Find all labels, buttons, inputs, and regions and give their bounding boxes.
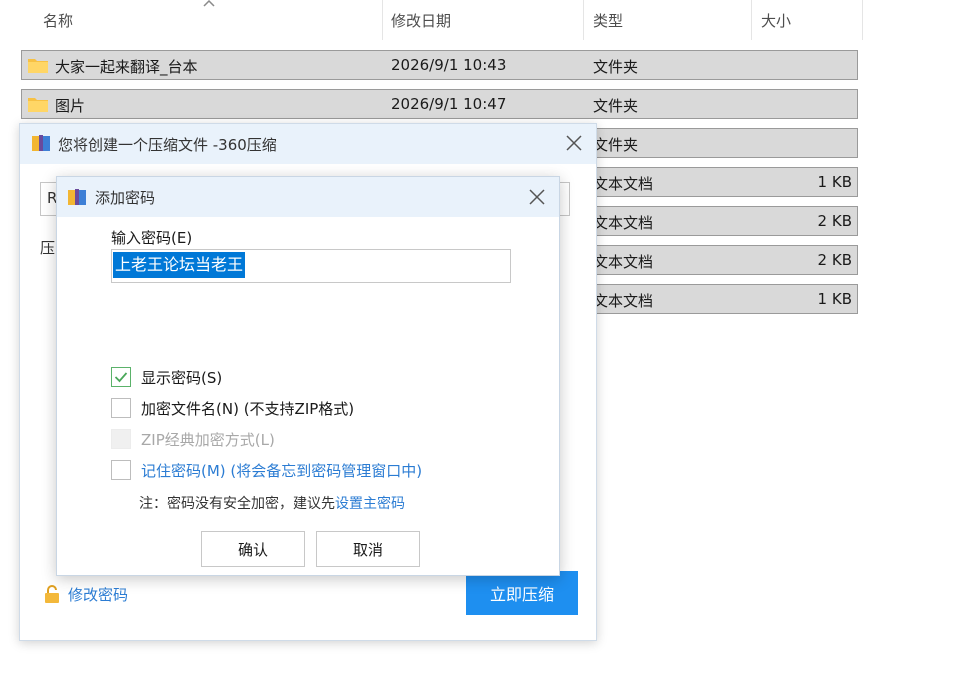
compress-now-button[interactable]: 立即压缩	[466, 571, 578, 615]
change-password-label: 修改密码	[68, 586, 129, 604]
file-size: 1 KB	[817, 290, 852, 308]
file-type: 文本文档	[593, 214, 654, 232]
column-type-label: 类型	[593, 12, 624, 30]
compress-window-title: 您将创建一个压缩文件 -360压缩	[58, 136, 277, 154]
column-date-label: 修改日期	[391, 12, 452, 30]
file-type: 文件夹	[593, 136, 639, 154]
column-size-label: 大小	[761, 12, 792, 30]
remember-password-checkbox[interactable]	[111, 460, 131, 480]
column-header-date[interactable]: 修改日期	[383, 0, 583, 40]
checkmark-icon	[114, 372, 128, 383]
close-icon[interactable]	[564, 133, 584, 153]
add-password-titlebar[interactable]: 添加密码	[57, 177, 559, 217]
lock-icon	[45, 585, 59, 603]
password-value: 上老王论坛当老王	[113, 252, 246, 278]
file-date: 2026/9/1 10:47	[391, 95, 507, 113]
confirm-button[interactable]: 确认	[201, 531, 305, 567]
file-type: 文本文档	[593, 292, 654, 310]
add-password-dialog: 添加密码 输入密码(E) 上老王论坛当老王 显示密码(S) 加密文件名(N) (…	[56, 176, 560, 576]
file-row[interactable]: 大家一起来翻译_台本 2026/9/1 10:43 文件夹	[21, 50, 858, 80]
close-icon[interactable]	[527, 187, 547, 207]
cancel-button[interactable]: 取消	[316, 531, 420, 567]
set-master-password-link[interactable]: 设置主密码	[335, 496, 405, 512]
password-security-note: 注：密码没有安全加密，建议先设置主密码	[139, 493, 405, 513]
column-header-type[interactable]: 类型	[584, 0, 750, 40]
sort-ascending-icon	[203, 0, 215, 7]
file-type: 文件夹	[593, 97, 639, 115]
zip-classic-checkbox	[111, 429, 131, 449]
folder-icon	[28, 98, 48, 112]
password-label: 输入密码(E)	[111, 229, 193, 247]
note-text: 注：密码没有安全加密，建议先	[139, 496, 335, 512]
remember-password-label[interactable]: 记住密码(M) (将会备忘到密码管理窗口中)	[141, 460, 422, 481]
column-divider[interactable]	[862, 0, 863, 40]
compression-label-partial: 压	[40, 239, 56, 257]
file-type: 文件夹	[593, 58, 639, 76]
encrypt-filenames-label: 加密文件名(N) (不支持ZIP格式)	[141, 400, 355, 418]
password-input[interactable]: 上老王论坛当老王	[111, 249, 511, 283]
file-type: 文本文档	[593, 253, 654, 271]
file-size: 1 KB	[817, 173, 852, 191]
360zip-app-icon	[32, 135, 50, 151]
column-header-size[interactable]: 大小	[752, 0, 862, 40]
column-header-name[interactable]: 名称	[0, 0, 382, 40]
file-name: 图片	[55, 97, 86, 115]
show-password-checkbox[interactable]	[111, 367, 131, 387]
360zip-app-icon	[68, 189, 86, 205]
file-size: 2 KB	[817, 251, 852, 269]
column-name-label: 名称	[43, 12, 74, 30]
file-name: 大家一起来翻译_台本	[55, 58, 198, 76]
encrypt-filenames-checkbox[interactable]	[111, 398, 131, 418]
file-row[interactable]: 图片 2026/9/1 10:47 文件夹	[21, 89, 858, 119]
add-password-title: 添加密码	[95, 189, 156, 207]
file-type: 文本文档	[593, 175, 654, 193]
file-date: 2026/9/1 10:43	[391, 56, 507, 74]
file-size: 2 KB	[817, 212, 852, 230]
zip-classic-label: ZIP经典加密方式(L)	[141, 431, 275, 449]
show-password-label: 显示密码(S)	[141, 369, 223, 387]
compress-window-titlebar[interactable]: 您将创建一个压缩文件 -360压缩	[20, 124, 596, 164]
folder-icon	[28, 59, 48, 73]
